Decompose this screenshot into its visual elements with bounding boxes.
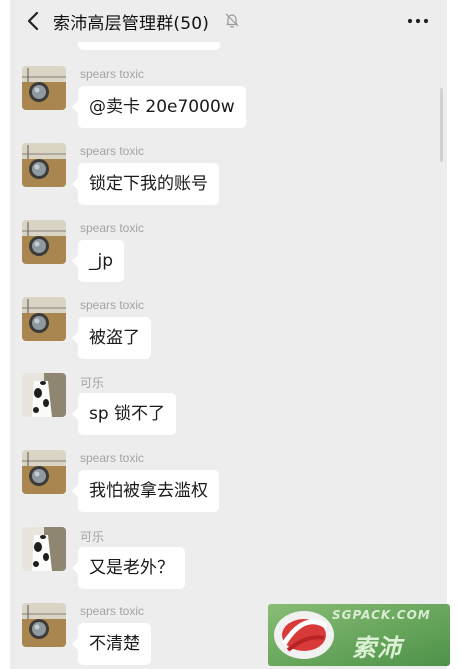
more-dots-icon[interactable] xyxy=(406,12,430,30)
sender-name: spears toxic xyxy=(80,604,145,618)
cow-avatar[interactable] xyxy=(22,527,66,571)
sender-name: 可乐 xyxy=(80,530,105,544)
message-bubble[interactable]: 我怕被拿去滥权 xyxy=(72,470,219,512)
landscape-avatar[interactable] xyxy=(22,66,66,110)
watermark-logo: SGPACK.COM 索沛 xyxy=(268,604,450,666)
landscape-avatar[interactable] xyxy=(22,450,66,494)
message-bubble[interactable]: @卖卡 20e7000w xyxy=(72,86,246,128)
chat-header: 索沛高层管理群(50) xyxy=(10,0,447,42)
cow-avatar[interactable] xyxy=(22,373,66,417)
page-margin xyxy=(447,0,460,669)
landscape-avatar[interactable] xyxy=(22,220,66,264)
sender-name: spears toxic xyxy=(80,67,145,81)
message-bubble[interactable]: sp 锁不了 xyxy=(71,393,177,435)
message-bubble[interactable]: 又是老外？ xyxy=(72,547,185,589)
landscape-avatar[interactable] xyxy=(22,297,66,341)
chevron-left-icon[interactable] xyxy=(24,11,44,31)
chat-title: 索沛高层管理群(50) xyxy=(53,14,210,34)
message-bubble[interactable]: 不清楚 xyxy=(72,623,151,665)
sender-name: spears toxic xyxy=(80,451,145,465)
sender-name: spears toxic xyxy=(80,298,145,312)
scrollbar[interactable] xyxy=(440,88,443,162)
watermark-url: SGPACK.COM xyxy=(332,608,431,622)
watermark-name: 索沛 xyxy=(352,634,402,662)
sender-name: spears toxic xyxy=(80,221,145,235)
landscape-avatar[interactable] xyxy=(22,143,66,187)
bell-muted-icon xyxy=(224,12,240,28)
message-bubble[interactable]: _jp xyxy=(71,240,125,282)
sender-name: spears toxic xyxy=(80,144,145,158)
sender-name: 可乐 xyxy=(80,376,105,390)
message-bubble[interactable]: 被盗了 xyxy=(72,317,151,359)
chat-window: 索沛高层管理群(50) spears toxic @卖卡 20e7000w sp… xyxy=(10,0,447,669)
message-bubble[interactable]: 锁定下我的账号 xyxy=(72,163,219,205)
landscape-avatar[interactable] xyxy=(22,603,66,647)
previous-message-bubble xyxy=(78,42,220,50)
